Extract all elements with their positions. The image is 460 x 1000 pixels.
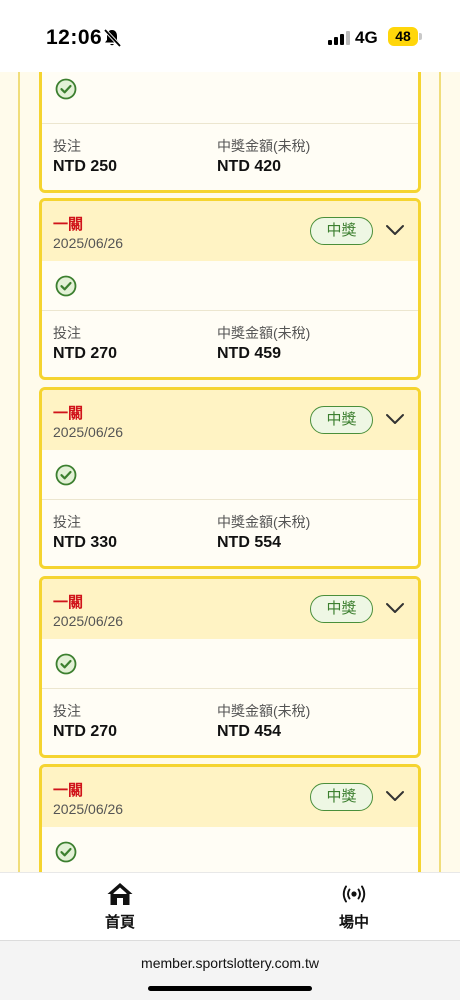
bet-card[interactable]: 一關 2025/06/26 中獎 投注 NTD 270 中獎金額(未稅) NTD… xyxy=(39,576,421,758)
home-indicator[interactable] xyxy=(148,986,312,991)
bet-date: 2025/06/26 xyxy=(53,801,124,817)
prize-amount: NTD 454 xyxy=(217,723,282,740)
result-row xyxy=(42,261,418,311)
nav-home-label: 首頁 xyxy=(104,914,135,931)
card-header[interactable]: 一關 2025/06/26 中獎 xyxy=(42,201,418,261)
bet-label: 投注 xyxy=(53,514,81,530)
prize-amount: NTD 459 xyxy=(217,345,282,362)
chevron-down-icon[interactable] xyxy=(385,789,405,803)
bet-label: 投注 xyxy=(53,703,81,719)
bet-amount: NTD 250 xyxy=(53,158,118,175)
bet-amount: NTD 270 xyxy=(53,345,118,362)
bet-date: 2025/06/26 xyxy=(53,424,124,440)
battery-indicator: 48 xyxy=(388,27,418,46)
right-rail xyxy=(439,72,441,872)
card-header[interactable]: 一關 2025/06/26 中獎 xyxy=(42,767,418,827)
check-circle-icon xyxy=(55,841,77,863)
bell-muted-icon xyxy=(103,28,122,48)
bet-card[interactable]: 一關 2025/06/26 中獎 投注 NTD 270 中獎金額(未稅) NTD… xyxy=(39,198,421,380)
win-status-badge: 中獎 xyxy=(310,595,373,623)
prize-amount: NTD 420 xyxy=(217,158,282,175)
amount-row: 投注 NTD 270 中獎金額(未稅) NTD 459 xyxy=(42,311,418,377)
browser-address-bar[interactable]: member.sportslottery.com.tw xyxy=(0,940,460,1000)
home-icon xyxy=(107,883,133,905)
bet-type: 一關 xyxy=(53,216,84,233)
bet-type: 一關 xyxy=(53,782,84,799)
cellular-signal-icon xyxy=(328,30,350,45)
result-row xyxy=(42,72,418,124)
win-status-badge: 中獎 xyxy=(310,406,373,434)
bet-amount: NTD 270 xyxy=(53,723,118,740)
network-type: 4G xyxy=(355,28,378,47)
bet-date: 2025/06/26 xyxy=(53,235,124,251)
check-circle-icon xyxy=(55,78,77,100)
bet-date: 2025/06/26 xyxy=(53,613,124,629)
bet-type: 一關 xyxy=(53,594,84,611)
nav-home[interactable]: 首頁 xyxy=(80,881,160,932)
nav-live[interactable]: 場中 xyxy=(314,881,394,932)
prize-label: 中獎金額(未稅) xyxy=(217,138,311,154)
nav-live-label: 場中 xyxy=(338,914,369,931)
bet-card[interactable]: 一關 2025/06/26 中獎 投注 NTD 330 中獎金額(未稅) NTD… xyxy=(39,387,421,569)
prize-label: 中獎金額(未稅) xyxy=(217,325,311,341)
win-status-badge: 中獎 xyxy=(310,783,373,811)
prize-label: 中獎金額(未稅) xyxy=(217,514,311,530)
status-bar: 12:06 4G 48 xyxy=(0,0,460,72)
status-time: 12:06 xyxy=(46,26,103,49)
bet-card[interactable]: 投注 NTD 250 中獎金額(未稅) NTD 420 xyxy=(39,72,421,193)
check-circle-icon xyxy=(55,464,77,486)
bet-history-list[interactable]: 投注 NTD 250 中獎金額(未稅) NTD 420 一關 2025/06/2… xyxy=(0,72,460,872)
chevron-down-icon[interactable] xyxy=(385,223,405,237)
url-text[interactable]: member.sportslottery.com.tw xyxy=(0,955,460,971)
bet-label: 投注 xyxy=(53,325,81,341)
result-row xyxy=(42,639,418,689)
amount-row: 投注 NTD 330 中獎金額(未稅) NTD 554 xyxy=(42,500,418,566)
chevron-down-icon[interactable] xyxy=(385,601,405,615)
check-circle-icon xyxy=(55,275,77,297)
result-row xyxy=(42,827,418,872)
bet-card[interactable]: 一關 2025/06/26 中獎 xyxy=(39,764,421,872)
bet-label: 投注 xyxy=(53,138,81,154)
card-header[interactable]: 一關 2025/06/26 中獎 xyxy=(42,390,418,450)
battery-tip xyxy=(419,33,422,40)
bottom-navigation: 首頁 場中 xyxy=(0,872,460,940)
chevron-down-icon[interactable] xyxy=(385,412,405,426)
bet-amount: NTD 330 xyxy=(53,534,118,551)
check-circle-icon xyxy=(55,653,77,675)
result-row xyxy=(42,450,418,500)
left-rail xyxy=(18,72,20,872)
win-status-badge: 中獎 xyxy=(310,217,373,245)
broadcast-icon xyxy=(342,885,366,903)
card-header[interactable]: 一關 2025/06/26 中獎 xyxy=(42,579,418,639)
amount-row: 投注 NTD 270 中獎金額(未稅) NTD 454 xyxy=(42,689,418,755)
prize-amount: NTD 554 xyxy=(217,534,282,551)
bet-type: 一關 xyxy=(53,405,84,422)
prize-label: 中獎金額(未稅) xyxy=(217,703,311,719)
amount-row: 投注 NTD 250 中獎金額(未稅) NTD 420 xyxy=(42,124,418,190)
